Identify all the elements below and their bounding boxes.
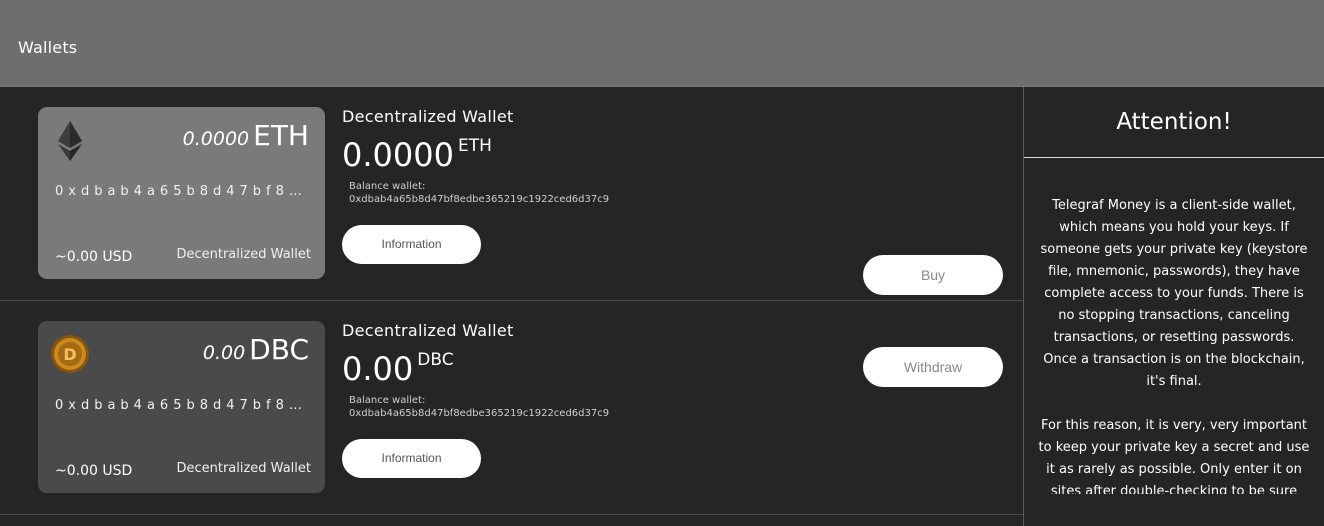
top-bar: Wallets [0, 0, 1324, 87]
information-button[interactable]: Information [342, 439, 481, 478]
usd-value: ~0.00 USD [55, 249, 133, 265]
wallet-address: 0xdbab4a65b8d47bf8edbe365219c1922ced6d37… [55, 184, 310, 199]
wallet-details-eth: Decentralized Wallet 0.0000 ETH Balance w… [342, 107, 822, 264]
dbc-coin-icon: D [51, 335, 89, 373]
wallet-balance: 0.00 DBC [342, 350, 454, 388]
wallet-details-dbc: Decentralized Wallet 0.00 DBC Balance wal… [342, 321, 822, 478]
attention-paragraph: Telegraf Money is a client-side wallet, … [1040, 198, 1308, 389]
currency-symbol: DBC [417, 350, 454, 370]
attention-title: Attention! [1024, 87, 1324, 158]
currency-symbol: ETH [457, 136, 492, 156]
wallet-card-dbc[interactable]: D 0.00DBC 0xdbab4a65b8d47bf8edbe365219c1… [38, 321, 325, 493]
ethereum-icon [58, 121, 82, 161]
withdraw-button[interactable]: Withdraw [863, 347, 1003, 387]
wallet-card-eth[interactable]: 0.0000ETH 0xdbab4a65b8d47bf8edbe365219c1… [38, 107, 325, 279]
page-title: Wallets [18, 38, 78, 57]
usd-value: ~0.00 USD [55, 463, 133, 479]
information-button[interactable]: Information [342, 225, 481, 264]
wallets-list: 0.0000ETH 0xdbab4a65b8d47bf8edbe365219c1… [0, 87, 1023, 526]
attention-text[interactable]: Telegraf Money is a client-side wallet, … [1024, 158, 1324, 494]
buy-button[interactable]: Buy [863, 255, 1003, 295]
wallet-name: Decentralized Wallet [342, 321, 514, 340]
wallet-name: Decentralized Wallet [342, 107, 514, 126]
svg-text:D: D [63, 345, 76, 364]
attention-paragraph: For this reason, it is very, very import… [1038, 418, 1310, 494]
wallet-type: Decentralized Wallet [176, 461, 311, 476]
wallet-balance: 0.0000 ETH [342, 136, 492, 174]
balance-wallet-address: 0xdbab4a65b8d47bf8edbe365219c1922ced6d37… [349, 408, 610, 419]
wallet-row-dbc: D 0.00DBC 0xdbab4a65b8d47bf8edbe365219c1… [0, 301, 1023, 515]
wallet-address: 0xdbab4a65b8d47bf8edbe365219c1922ced6d37… [55, 398, 310, 413]
balance-wallet-info: Balance wallet: 0xdbab4a65b8d47bf8edbe36… [349, 394, 822, 420]
card-balance: 0.0000 ETH [182, 119, 309, 152]
balance-wallet-address: 0xdbab4a65b8d47bf8edbe365219c1922ced6d37… [349, 194, 610, 205]
wallet-type: Decentralized Wallet [176, 247, 311, 262]
balance-wallet-info: Balance wallet: 0xdbab4a65b8d47bf8edbe36… [349, 180, 822, 206]
attention-panel: Attention! Telegraf Money is a client-si… [1023, 87, 1324, 526]
card-balance: 0.00 DBC [202, 333, 309, 366]
